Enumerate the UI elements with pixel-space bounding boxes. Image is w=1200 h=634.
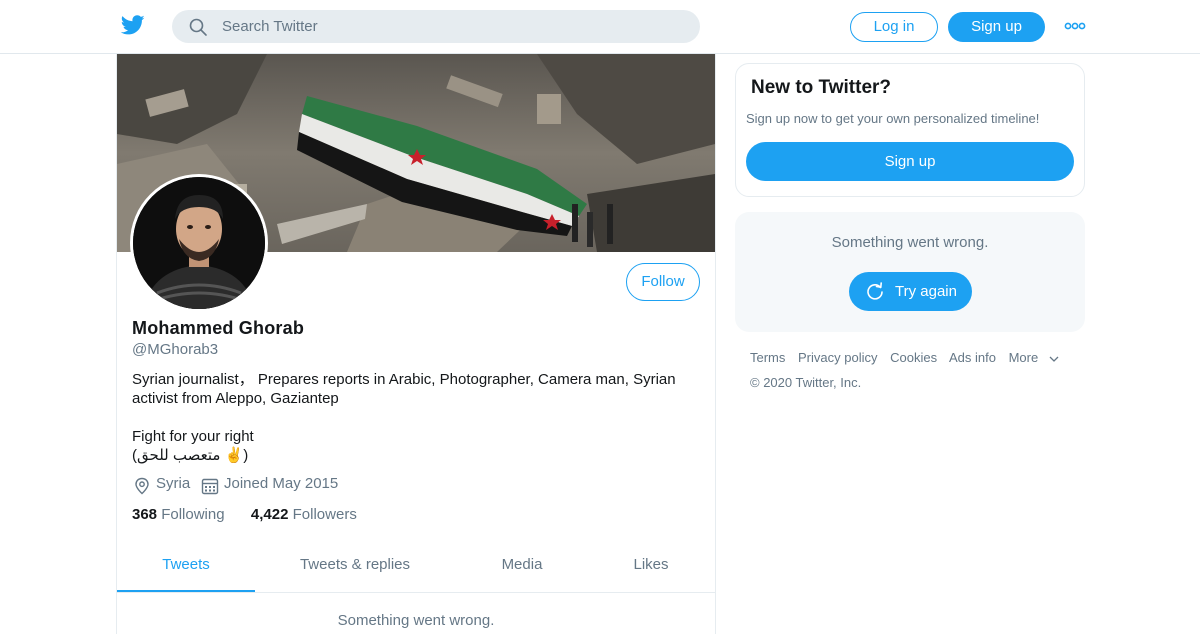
login-button[interactable]: Log in bbox=[850, 12, 938, 42]
footer-link-ads-info[interactable]: Ads info bbox=[949, 350, 996, 365]
following-label: Following bbox=[161, 506, 225, 523]
error-card: Something went wrong. Try again bbox=[735, 212, 1085, 332]
card-title: New to Twitter? bbox=[751, 77, 892, 98]
footer-link-terms[interactable]: Terms bbox=[750, 350, 785, 365]
profile-handle[interactable]: @MGhorab3 bbox=[132, 341, 218, 358]
followers-label: Followers bbox=[292, 506, 357, 523]
profile-column: Follow Mohammed Ghorab @MGhorab3 Syrian … bbox=[116, 54, 716, 634]
chevron-down-icon bbox=[1049, 356, 1059, 362]
profile-joined: Joined May 2015 bbox=[224, 475, 339, 492]
followers-link[interactable]: 4,422 Followers bbox=[251, 506, 357, 523]
bio-line: Syrian journalist， Prepares reports in A… bbox=[132, 371, 676, 407]
profile-name: Mohammed Ghorab bbox=[132, 318, 305, 338]
followers-count: 4,422 bbox=[250, 506, 289, 523]
card-subtitle: Sign up now to get your own personalized… bbox=[746, 111, 1040, 126]
refresh-icon bbox=[867, 282, 883, 300]
follow-button[interactable]: Follow bbox=[626, 263, 700, 301]
search-input[interactable] bbox=[222, 10, 682, 43]
try-again-label: Try again bbox=[895, 283, 957, 300]
signup-button[interactable]: Sign up bbox=[948, 12, 1045, 42]
profile-avatar[interactable] bbox=[130, 174, 268, 312]
calendar-icon bbox=[201, 478, 219, 495]
bio-line: Fight for your right bbox=[132, 428, 254, 445]
profile-stats: 368 Following 4,422 Followers bbox=[132, 506, 357, 523]
error-message: Something went wrong. bbox=[831, 234, 989, 251]
profile-tabs: Tweets Tweets & replies Media Likes bbox=[117, 544, 715, 593]
location-pin-icon bbox=[135, 477, 149, 495]
tab-likes[interactable]: Likes bbox=[611, 544, 691, 592]
following-link[interactable]: 368 Following bbox=[132, 506, 225, 523]
footer: Terms Privacy policy Cookies Ads info Mo… bbox=[750, 350, 1090, 390]
following-count: 368 bbox=[132, 506, 158, 523]
tab-tweets-replies[interactable]: Tweets & replies bbox=[275, 544, 435, 592]
tab-tweets[interactable]: Tweets bbox=[117, 544, 255, 592]
twitter-bird-icon[interactable] bbox=[120, 13, 146, 37]
avatar-photo bbox=[133, 177, 265, 309]
bio-line: (متعصب للحق ✌️) bbox=[132, 447, 249, 464]
footer-copyright: © 2020 Twitter, Inc. bbox=[750, 375, 862, 390]
new-to-twitter-card: New to Twitter? Sign up now to get your … bbox=[735, 63, 1085, 197]
footer-link-privacy[interactable]: Privacy policy bbox=[798, 350, 877, 365]
more-dots-icon[interactable] bbox=[1064, 16, 1086, 36]
sidebar-signup-button[interactable]: Sign up bbox=[746, 142, 1074, 181]
timeline-error-message: Something went wrong. bbox=[337, 612, 495, 629]
tab-media[interactable]: Media bbox=[477, 544, 567, 592]
search-bar bbox=[172, 10, 700, 43]
footer-link-more[interactable]: More bbox=[1009, 350, 1060, 365]
more-label: More bbox=[1008, 350, 1039, 365]
search-icon bbox=[189, 18, 207, 36]
profile-bio: Syrian journalist， Prepares reports in A… bbox=[132, 370, 692, 465]
try-again-button[interactable]: Try again bbox=[849, 272, 972, 311]
profile-location: Syria bbox=[156, 475, 191, 492]
top-navigation-bar: Log in Sign up bbox=[0, 0, 1200, 54]
footer-link-cookies[interactable]: Cookies bbox=[890, 350, 937, 365]
